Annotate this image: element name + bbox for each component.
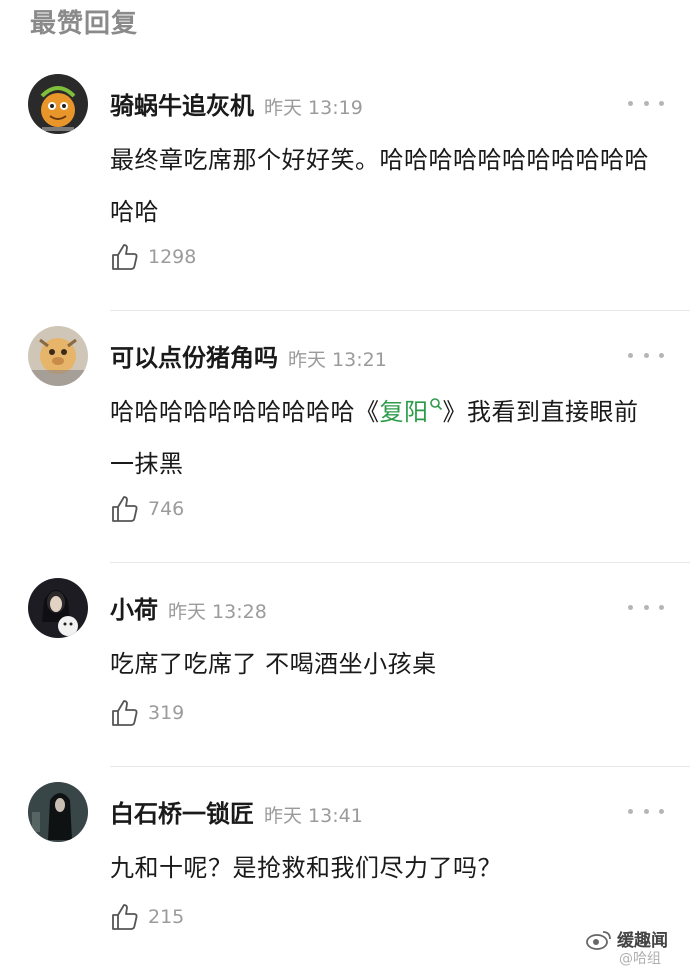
more-dot-icon: [628, 352, 633, 358]
more-options-button[interactable]: [628, 602, 664, 612]
more-options-button[interactable]: [628, 98, 664, 108]
comment-author[interactable]: 可以点份猪角吗 昨天 13:21: [110, 338, 387, 373]
more-dot-icon: [643, 100, 649, 106]
more-dot-icon: [659, 352, 664, 358]
more-dot-icon: [643, 808, 649, 814]
comment-item: 骑蜗牛追灰机 昨天 13:19 最终章吃席那个好好笑。哈哈哈哈哈哈哈哈哈哈哈哈哈 …: [0, 74, 690, 314]
comment-author[interactable]: 白石桥一锁匠 昨天 13:41: [110, 794, 363, 829]
comment-time: 昨天 13:19: [264, 97, 363, 119]
comment-time: 昨天 13:41: [264, 805, 363, 827]
like-count: 1298: [148, 246, 197, 268]
author-name[interactable]: 白石桥一锁匠: [110, 800, 254, 828]
comment-text: 吃席了吃席了 不喝酒坐小孩桌: [110, 650, 437, 678]
thumbs-up-icon: [112, 700, 138, 726]
like-button[interactable]: 215: [110, 902, 184, 932]
comment-text: 九和十呢？是抢救和我们尽力了吗？: [110, 854, 502, 882]
thumbs-up-icon: [112, 496, 138, 522]
more-dot-icon: [628, 808, 633, 814]
divider: [110, 562, 690, 563]
more-dot-icon: [628, 100, 633, 106]
comment-author[interactable]: 小荷 昨天 13:28: [110, 590, 267, 625]
pet-photo-avatar-icon: [28, 326, 88, 386]
more-dot-icon: [659, 604, 664, 610]
like-count: 319: [148, 702, 185, 724]
comment-text-part: 哈哈哈哈哈哈哈哈哈哈《: [110, 398, 380, 426]
comment-time: 昨天 13:21: [288, 349, 387, 371]
author-name[interactable]: 骑蜗牛追灰机: [110, 92, 254, 120]
cartoon-character-avatar-icon: [28, 74, 88, 134]
weibo-icon: [586, 930, 611, 950]
topic-link-label[interactable]: 复阳: [380, 398, 429, 426]
avatar[interactable]: [28, 74, 88, 134]
avatar[interactable]: [28, 326, 88, 386]
like-count: 215: [148, 906, 185, 928]
more-dot-icon: [643, 604, 649, 610]
comment-item: 可以点份猪角吗 昨天 13:21 哈哈哈哈哈哈哈哈哈哈《复阳 》我看到直接眼前一抹黑…: [0, 326, 690, 558]
comment-text: 哈哈哈哈哈哈哈哈哈哈《复阳 》我看到直接眼前一抹黑: [110, 386, 655, 490]
more-options-button[interactable]: [628, 350, 664, 360]
section-title: 最赞回复: [30, 9, 139, 39]
more-options-button[interactable]: [628, 806, 664, 816]
search-icon: [429, 398, 442, 411]
author-name[interactable]: 小荷: [110, 596, 158, 624]
more-dot-icon: [643, 352, 649, 358]
person-photo-avatar-icon: [28, 578, 88, 638]
author-name[interactable]: 可以点份猪角吗: [110, 344, 278, 372]
thumbs-up-icon: [112, 244, 138, 270]
dark-portrait-avatar-icon: [28, 782, 88, 842]
like-count: 746: [148, 498, 185, 520]
like-button[interactable]: 319: [110, 698, 184, 728]
avatar[interactable]: [28, 782, 88, 842]
comment-author[interactable]: 骑蜗牛追灰机 昨天 13:19: [110, 86, 363, 121]
more-dot-icon: [628, 604, 633, 610]
more-dot-icon: [659, 100, 664, 106]
comment-text: 最终章吃席那个好好笑。哈哈哈哈哈哈哈哈哈哈哈哈哈: [110, 146, 649, 226]
divider: [110, 766, 690, 767]
more-dot-icon: [659, 808, 664, 814]
divider: [110, 310, 690, 311]
thumbs-up-icon: [112, 904, 138, 930]
comment-time: 昨天 13:28: [168, 601, 267, 623]
comment-item: 小荷 昨天 13:28 吃席了吃席了 不喝酒坐小孩桌 319: [0, 578, 690, 758]
like-button[interactable]: 746: [110, 494, 184, 524]
topic-link[interactable]: 复阳: [380, 398, 443, 426]
watermark-handle: @哈组: [619, 951, 661, 967]
like-button[interactable]: 1298: [110, 242, 196, 272]
avatar[interactable]: [28, 578, 88, 638]
watermark: 缓趣闻 @哈组: [585, 926, 668, 967]
